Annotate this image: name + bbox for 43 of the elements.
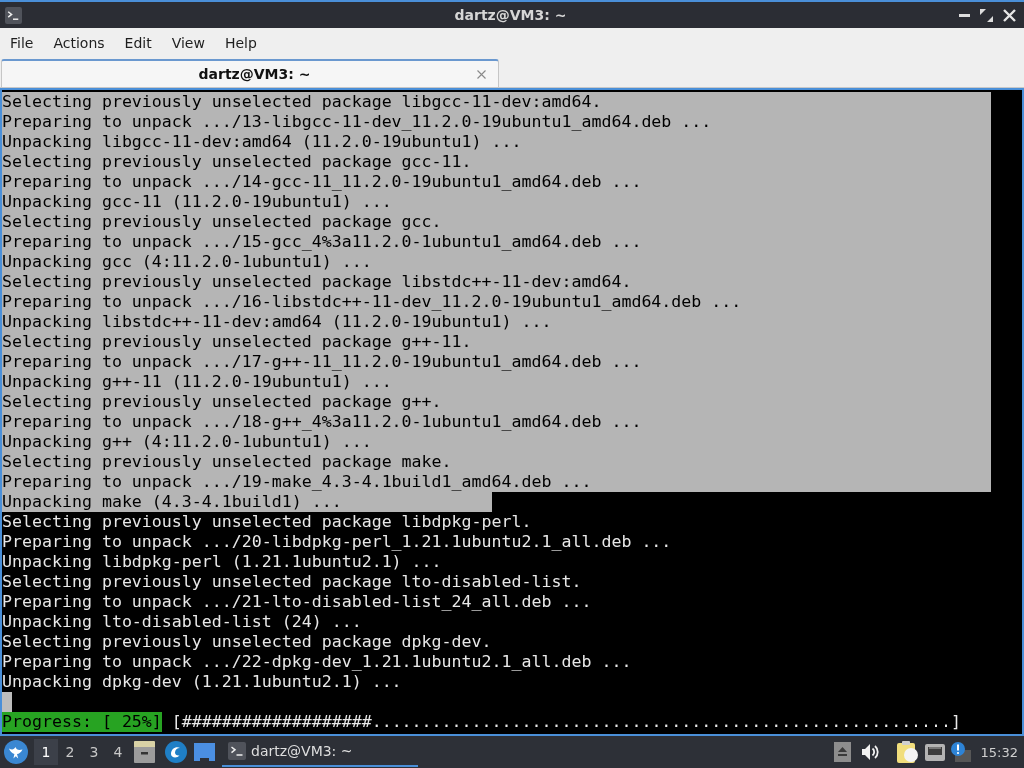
window-title: dartz@VM3: ~ bbox=[454, 7, 567, 23]
close-button[interactable] bbox=[1003, 8, 1016, 22]
terminal-line: Unpacking dpkg-dev (1.21.1ubuntu2.1) ... bbox=[2, 672, 402, 692]
workspace-button[interactable]: 2 bbox=[58, 739, 82, 765]
maximize-icon bbox=[980, 8, 993, 22]
terminal-line: Unpacking lto-disabled-list (24) ... bbox=[2, 612, 362, 632]
terminal-line: Preparing to unpack .../21-lto-disabled-list_24_all.deb ... bbox=[2, 592, 592, 612]
tab-close-button[interactable] bbox=[477, 69, 486, 79]
terminal-icon bbox=[228, 742, 246, 760]
minimize-button[interactable] bbox=[959, 13, 970, 17]
terminal-line: Selecting previously unselected package libdpkg-perl. bbox=[2, 512, 532, 532]
progress-text: [###################..........................................................] bbox=[171, 712, 962, 732]
terminal-line: Selecting previously unselected package dpkg-dev. bbox=[2, 632, 492, 652]
notification-icon[interactable] bbox=[950, 742, 971, 762]
workspace-button[interactable]: 1 bbox=[34, 739, 58, 765]
menu-item[interactable]: Actions bbox=[43, 32, 115, 54]
maximize-button[interactable] bbox=[980, 8, 993, 22]
taskbar-window-button[interactable]: dartz@VM3: ~ bbox=[222, 737, 418, 767]
bird-icon[interactable] bbox=[4, 740, 28, 764]
menu-item[interactable]: Help bbox=[214, 32, 267, 54]
eject-icon[interactable] bbox=[833, 742, 851, 762]
network-icon[interactable] bbox=[924, 743, 945, 761]
minimize-icon bbox=[959, 13, 970, 17]
terminal-line: Selecting previously unselected package lto-disabled-list. bbox=[2, 572, 582, 592]
terminal-line: Unpacking libdpkg-perl (1.21.1ubuntu2.1) ... bbox=[2, 552, 442, 572]
menu-item[interactable]: Edit bbox=[114, 32, 162, 54]
tab[interactable]: dartz@VM3: ~ bbox=[1, 59, 499, 87]
workspace-button[interactable]: 3 bbox=[82, 739, 106, 765]
crescent-icon[interactable] bbox=[165, 741, 187, 763]
clipboard-icon[interactable] bbox=[896, 741, 918, 763]
workspace-button[interactable]: 4 bbox=[106, 739, 130, 765]
clock: 15:32 bbox=[980, 744, 1018, 760]
terminal-icon bbox=[5, 6, 22, 24]
window-icon[interactable] bbox=[194, 743, 215, 761]
terminal-line: Preparing to unpack .../22-dpkg-dev_1.21.1ubuntu2.1_all.deb ... bbox=[2, 652, 632, 672]
speaker-icon[interactable] bbox=[861, 744, 879, 760]
terminal-line: Preparing to unpack .../20-libdpkg-perl_1.21.1ubuntu2.1_all.deb ... bbox=[2, 532, 672, 552]
menu-item[interactable]: View bbox=[161, 32, 215, 54]
menu-item[interactable]: File bbox=[0, 32, 44, 54]
progress-label: Progress: [ 25%] bbox=[2, 712, 162, 732]
file-cabinet-icon[interactable] bbox=[134, 741, 155, 763]
close-icon bbox=[1003, 8, 1016, 22]
close-icon bbox=[477, 69, 486, 79]
